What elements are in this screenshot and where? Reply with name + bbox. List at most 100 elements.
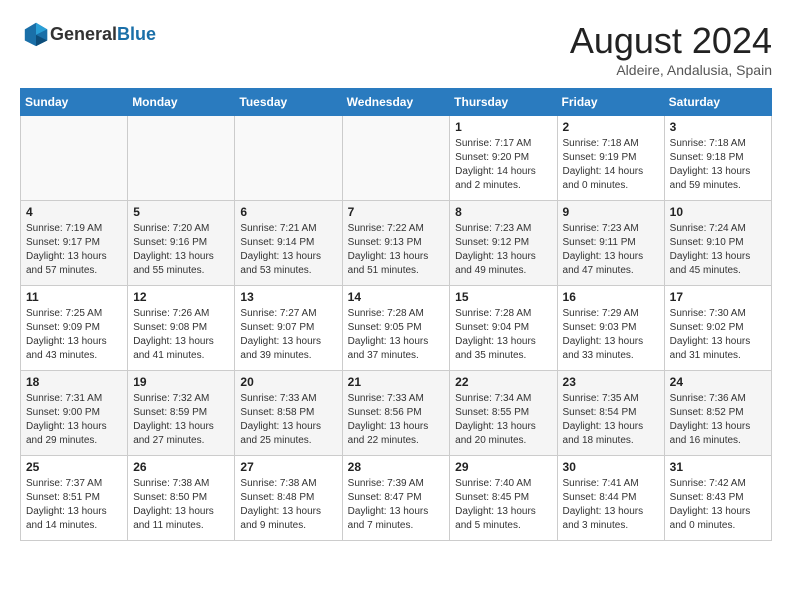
day-info: Sunrise: 7:18 AM Sunset: 9:19 PM Dayligh…: [563, 137, 659, 193]
calendar-cell: 9 Sunrise: 7:23 AM Sunset: 9:11 PM Daylig…: [557, 201, 664, 286]
calendar-cell: 24Sunrise: 7:36 AM Sunset: 8:52 PM Dayli…: [664, 371, 771, 456]
day-info: Sunrise: 7:28 AM Sunset: 9:05 PM Dayligh…: [348, 307, 445, 363]
calendar-cell: 27 Sunrise: 7:38 AM Sunset: 8:48 PM Dayli…: [235, 456, 342, 541]
calendar-cell: [342, 116, 450, 201]
day-number: 15: [455, 290, 551, 304]
day-info: Sunrise: 7:37 AM Sunset: 8:51 PM Dayligh…: [26, 477, 122, 533]
day-info: Sunrise: 7:29 AM Sunset: 9:03 PM Dayligh…: [563, 307, 659, 363]
calendar-week-row: 4Sunrise: 7:19 AM Sunset: 9:17 PM Daylig…: [21, 201, 772, 286]
day-info: Sunrise: 7:38 AM Sunset: 8:48 PM Dayligh…: [240, 477, 336, 533]
calendar-cell: 22 Sunrise: 7:34 AM Sunset: 8:55 PM Dayli…: [450, 371, 557, 456]
day-info: Sunrise: 7:38 AM Sunset: 8:50 PM Dayligh…: [133, 477, 229, 533]
calendar-cell: [235, 116, 342, 201]
day-number: 16: [563, 290, 659, 304]
day-number: 1: [455, 120, 551, 134]
calendar-week-row: 1Sunrise: 7:17 AM Sunset: 9:20 PM Daylig…: [21, 116, 772, 201]
day-number: 13: [240, 290, 336, 304]
day-info: Sunrise: 7:23 AM Sunset: 9:12 PM Dayligh…: [455, 222, 551, 278]
logo-general-text: General: [50, 24, 117, 44]
day-number: 2: [563, 120, 659, 134]
day-info: Sunrise: 7:33 AM Sunset: 8:56 PM Dayligh…: [348, 392, 445, 448]
day-info: Sunrise: 7:41 AM Sunset: 8:44 PM Dayligh…: [563, 477, 659, 533]
day-number: 24: [670, 375, 766, 389]
day-info: Sunrise: 7:18 AM Sunset: 9:18 PM Dayligh…: [670, 137, 766, 193]
day-info: Sunrise: 7:22 AM Sunset: 9:13 PM Dayligh…: [348, 222, 445, 278]
day-info: Sunrise: 7:33 AM Sunset: 8:58 PM Dayligh…: [240, 392, 336, 448]
day-number: 17: [670, 290, 766, 304]
day-info: Sunrise: 7:27 AM Sunset: 9:07 PM Dayligh…: [240, 307, 336, 363]
calendar-cell: 5Sunrise: 7:20 AM Sunset: 9:16 PM Daylig…: [128, 201, 235, 286]
day-number: 31: [670, 460, 766, 474]
day-number: 3: [670, 120, 766, 134]
weekday-header: Wednesday: [342, 89, 450, 116]
logo: GeneralBlue: [20, 20, 156, 48]
day-number: 11: [26, 290, 122, 304]
weekday-header: Friday: [557, 89, 664, 116]
day-info: Sunrise: 7:34 AM Sunset: 8:55 PM Dayligh…: [455, 392, 551, 448]
weekday-header-row: SundayMondayTuesdayWednesdayThursdayFrid…: [21, 89, 772, 116]
calendar-cell: 14 Sunrise: 7:28 AM Sunset: 9:05 PM Dayli…: [342, 286, 450, 371]
weekday-header: Thursday: [450, 89, 557, 116]
calendar-cell: 1Sunrise: 7:17 AM Sunset: 9:20 PM Daylig…: [450, 116, 557, 201]
day-info: Sunrise: 7:40 AM Sunset: 8:45 PM Dayligh…: [455, 477, 551, 533]
day-info: Sunrise: 7:42 AM Sunset: 8:43 PM Dayligh…: [670, 477, 766, 533]
day-info: Sunrise: 7:39 AM Sunset: 8:47 PM Dayligh…: [348, 477, 445, 533]
calendar-cell: 11 Sunrise: 7:25 AM Sunset: 9:09 PM Dayli…: [21, 286, 128, 371]
day-number: 10: [670, 205, 766, 219]
calendar-week-row: 11 Sunrise: 7:25 AM Sunset: 9:09 PM Dayli…: [21, 286, 772, 371]
day-number: 4: [26, 205, 122, 219]
calendar-cell: [128, 116, 235, 201]
day-number: 8: [455, 205, 551, 219]
calendar-cell: 21 Sunrise: 7:33 AM Sunset: 8:56 PM Dayli…: [342, 371, 450, 456]
day-info: Sunrise: 7:30 AM Sunset: 9:02 PM Dayligh…: [670, 307, 766, 363]
day-number: 7: [348, 205, 445, 219]
calendar-cell: 13 Sunrise: 7:27 AM Sunset: 9:07 PM Dayli…: [235, 286, 342, 371]
page-header: GeneralBlue August 2024 Aldeire, Andalus…: [20, 20, 772, 78]
day-number: 22: [455, 375, 551, 389]
day-info: Sunrise: 7:31 AM Sunset: 9:00 PM Dayligh…: [26, 392, 122, 448]
day-number: 25: [26, 460, 122, 474]
calendar-cell: 8 Sunrise: 7:23 AM Sunset: 9:12 PM Daylig…: [450, 201, 557, 286]
weekday-header: Monday: [128, 89, 235, 116]
calendar-cell: 10 Sunrise: 7:24 AM Sunset: 9:10 PM Dayli…: [664, 201, 771, 286]
calendar-cell: 18 Sunrise: 7:31 AM Sunset: 9:00 PM Dayli…: [21, 371, 128, 456]
day-info: Sunrise: 7:25 AM Sunset: 9:09 PM Dayligh…: [26, 307, 122, 363]
calendar-cell: 25 Sunrise: 7:37 AM Sunset: 8:51 PM Dayli…: [21, 456, 128, 541]
day-number: 12: [133, 290, 229, 304]
day-info: Sunrise: 7:26 AM Sunset: 9:08 PM Dayligh…: [133, 307, 229, 363]
day-number: 6: [240, 205, 336, 219]
calendar-cell: 12 Sunrise: 7:26 AM Sunset: 9:08 PM Dayli…: [128, 286, 235, 371]
calendar-cell: 23 Sunrise: 7:35 AM Sunset: 8:54 PM Dayli…: [557, 371, 664, 456]
day-number: 9: [563, 205, 659, 219]
day-info: Sunrise: 7:35 AM Sunset: 8:54 PM Dayligh…: [563, 392, 659, 448]
title-area: August 2024 Aldeire, Andalusia, Spain: [570, 20, 772, 78]
day-number: 18: [26, 375, 122, 389]
calendar-cell: 2 Sunrise: 7:18 AM Sunset: 9:19 PM Daylig…: [557, 116, 664, 201]
day-number: 28: [348, 460, 445, 474]
day-number: 21: [348, 375, 445, 389]
calendar-week-row: 25 Sunrise: 7:37 AM Sunset: 8:51 PM Dayli…: [21, 456, 772, 541]
calendar-cell: 16 Sunrise: 7:29 AM Sunset: 9:03 PM Dayli…: [557, 286, 664, 371]
location-subtitle: Aldeire, Andalusia, Spain: [570, 62, 772, 78]
calendar-cell: 6 Sunrise: 7:21 AM Sunset: 9:14 PM Daylig…: [235, 201, 342, 286]
day-number: 23: [563, 375, 659, 389]
day-number: 14: [348, 290, 445, 304]
weekday-header: Saturday: [664, 89, 771, 116]
day-info: Sunrise: 7:20 AM Sunset: 9:16 PM Dayligh…: [133, 222, 229, 278]
day-number: 27: [240, 460, 336, 474]
calendar-cell: 7 Sunrise: 7:22 AM Sunset: 9:13 PM Daylig…: [342, 201, 450, 286]
weekday-header: Tuesday: [235, 89, 342, 116]
calendar-cell: 30 Sunrise: 7:41 AM Sunset: 8:44 PM Dayli…: [557, 456, 664, 541]
logo-icon: [22, 20, 50, 48]
day-info: Sunrise: 7:28 AM Sunset: 9:04 PM Dayligh…: [455, 307, 551, 363]
day-info: Sunrise: 7:24 AM Sunset: 9:10 PM Dayligh…: [670, 222, 766, 278]
logo-blue-text: Blue: [117, 24, 156, 44]
calendar-cell: 20Sunrise: 7:33 AM Sunset: 8:58 PM Dayli…: [235, 371, 342, 456]
day-info: Sunrise: 7:32 AM Sunset: 8:59 PM Dayligh…: [133, 392, 229, 448]
weekday-header: Sunday: [21, 89, 128, 116]
day-info: Sunrise: 7:23 AM Sunset: 9:11 PM Dayligh…: [563, 222, 659, 278]
day-number: 30: [563, 460, 659, 474]
calendar-table: SundayMondayTuesdayWednesdayThursdayFrid…: [20, 88, 772, 541]
calendar-cell: 4Sunrise: 7:19 AM Sunset: 9:17 PM Daylig…: [21, 201, 128, 286]
day-info: Sunrise: 7:21 AM Sunset: 9:14 PM Dayligh…: [240, 222, 336, 278]
